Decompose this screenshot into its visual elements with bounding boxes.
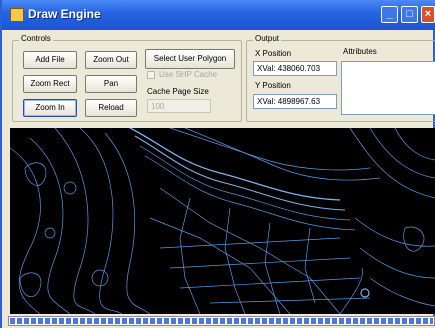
controls-group: Controls Add File Zoom Out Select User P… [12,34,242,122]
title-bar[interactable]: Draw Engine _ □ × [2,0,435,30]
reload-button[interactable]: Reload [85,99,137,117]
y-position-label: Y Position [255,81,291,90]
contour-map-drawing [10,128,435,314]
progress-fill [10,318,433,324]
add-file-button[interactable]: Add File [23,51,77,69]
output-group: Output X Position XVal: 438060.703 Y Pos… [246,34,435,122]
zoom-in-button[interactable]: Zoom In [23,99,77,117]
controls-group-label: Controls [19,34,53,43]
cache-page-size-label: Cache Page Size [147,87,209,96]
use-shp-cache-label: Use SHP Cache [159,70,218,79]
app-icon [10,8,24,22]
load-progress-bar [8,316,435,326]
window-title: Draw Engine [28,7,101,21]
cache-page-size-field[interactable]: 100 [147,99,211,113]
use-shp-cache-checkbox[interactable] [147,71,155,79]
minimize-button[interactable]: _ [381,6,398,23]
select-user-polygon-button[interactable]: Select User Polygon [145,49,235,69]
x-position-label: X Position [255,49,292,58]
zoom-rect-button[interactable]: Zoom Rect [23,75,77,93]
pan-button[interactable]: Pan [85,75,137,93]
y-position-field[interactable]: XVal: 4898967.63 [253,94,337,109]
app-window: Draw Engine _ □ × Controls Add File Zoom… [0,0,435,328]
zoom-out-button[interactable]: Zoom Out [85,51,137,69]
output-group-label: Output [253,34,282,43]
attributes-box[interactable] [341,61,435,115]
close-button[interactable]: × [421,6,435,23]
contour-map-canvas[interactable] [10,128,435,314]
attributes-label: Attributes [343,47,377,56]
maximize-button[interactable]: □ [401,6,418,23]
x-position-field[interactable]: XVal: 438060.703 [253,61,337,76]
